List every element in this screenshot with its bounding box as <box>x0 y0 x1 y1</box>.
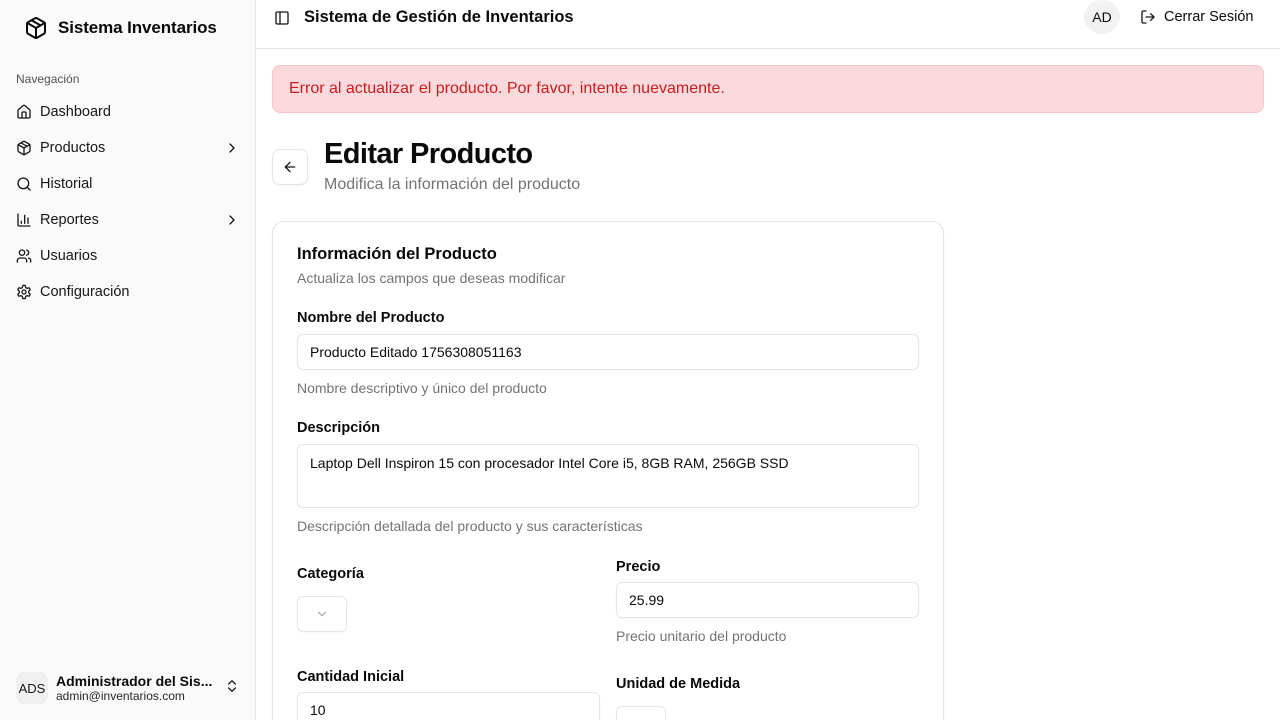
category-select[interactable] <box>297 596 347 632</box>
sidebar-item-label: Productos <box>40 140 106 156</box>
error-message: Error al actualizar el producto. Por fav… <box>289 80 725 97</box>
sidebar: Sistema Inventarios Navegación Dashboard… <box>0 0 256 720</box>
avatar[interactable]: AD <box>1084 0 1120 34</box>
logout-button[interactable]: Cerrar Sesión <box>1132 0 1261 34</box>
sidebar-item-label: Configuración <box>40 284 130 300</box>
chevron-right-icon <box>224 212 240 228</box>
bar-chart-icon <box>16 212 32 228</box>
name-field[interactable]: Producto Editado 1756308051163 <box>297 334 919 370</box>
category-label: Categoría <box>297 566 364 582</box>
header-title: Sistema de Gestión de Inventarios <box>304 8 574 26</box>
price-help: Precio unitario del producto <box>616 628 787 644</box>
user-menu[interactable]: ADS Administrador del Sis... admin@inven… <box>8 664 248 712</box>
page-subtitle: Modifica la información del producto <box>324 176 581 193</box>
gear-icon <box>16 284 32 300</box>
logout-icon <box>1141 10 1155 24</box>
sidebar-item-label: Dashboard <box>40 104 111 120</box>
sidebar-nav: Dashboard Productos Historial Reportes U… <box>8 94 248 310</box>
sidebar-item-configuracion[interactable]: Configuración <box>8 274 248 310</box>
quantity-label: Cantidad Inicial <box>297 669 405 685</box>
sidebar-item-reportes[interactable]: Reportes <box>8 202 248 238</box>
price-label: Precio <box>616 559 661 575</box>
description-field[interactable]: Laptop Dell Inspiron 15 con procesador I… <box>297 444 919 508</box>
page-title: Editar Producto <box>324 138 533 170</box>
card-description: Actualiza los campos que deseas modifica… <box>297 270 566 286</box>
chevrons-up-down-icon <box>224 678 240 699</box>
sidebar-item-label: Historial <box>40 176 93 192</box>
user-email: admin@inventarios.com <box>56 689 185 703</box>
top-header: Sistema de Gestión de Inventarios AD Cer… <box>256 0 1280 49</box>
arrow-left-icon <box>284 161 296 173</box>
card-title: Información del Producto <box>297 245 497 263</box>
unit-select[interactable] <box>616 706 666 720</box>
package-icon <box>24 16 48 40</box>
panel-left-icon <box>275 11 289 25</box>
product-form-card: Información del Producto Actualiza los c… <box>272 221 944 720</box>
name-label: Nombre del Producto <box>297 310 445 326</box>
chevron-right-icon <box>224 140 240 156</box>
sidebar-item-historial[interactable]: Historial <box>8 166 248 202</box>
user-info: Administrador del Sis... admin@inventari… <box>56 673 224 703</box>
brand-name: Sistema Inventarios <box>58 18 217 37</box>
quantity-field[interactable]: 10 <box>297 692 600 720</box>
sidebar-item-label: Reportes <box>40 212 99 228</box>
user-name: Administrador del Sis... <box>56 673 213 689</box>
price-field[interactable]: 25.99 <box>616 582 919 618</box>
avatar: ADS <box>16 672 48 704</box>
users-icon <box>16 248 32 264</box>
sidebar-toggle-button[interactable] <box>272 8 292 28</box>
chevron-down-icon <box>317 611 327 617</box>
sidebar-item-label: Usuarios <box>40 248 98 264</box>
nav-group-label: Navegación <box>16 72 80 86</box>
logout-label: Cerrar Sesión <box>1164 9 1254 25</box>
sidebar-item-usuarios[interactable]: Usuarios <box>8 238 248 274</box>
back-button[interactable] <box>272 149 308 185</box>
brand[interactable]: Sistema Inventarios <box>24 16 217 40</box>
unit-label: Unidad de Medida <box>616 676 741 692</box>
name-help: Nombre descriptivo y único del producto <box>297 380 547 396</box>
search-icon <box>16 176 32 192</box>
package-icon <box>16 140 32 156</box>
description-label: Descripción <box>297 420 380 436</box>
home-icon <box>16 104 32 120</box>
error-alert: Error al actualizar el producto. Por fav… <box>272 65 1264 113</box>
sidebar-item-dashboard[interactable]: Dashboard <box>8 94 248 130</box>
description-help: Descripción detallada del producto y sus… <box>297 518 643 534</box>
sidebar-item-productos[interactable]: Productos <box>8 130 248 166</box>
